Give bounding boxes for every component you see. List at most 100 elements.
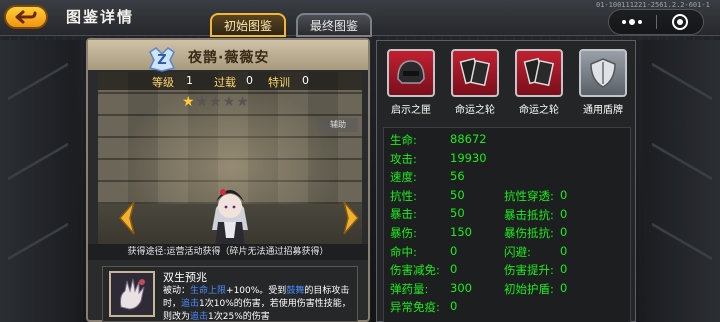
equipment-label: 命运之轮: [455, 105, 495, 116]
more-dot-icon: [629, 19, 636, 25]
equipment-label: 启示之匣: [391, 105, 431, 116]
left-decoration: [0, 40, 92, 322]
role-tag: 辅助: [318, 118, 358, 132]
fate-card-icon: [515, 49, 563, 97]
fate-card-icon: [451, 49, 499, 97]
stat-row: 命中: 0: [390, 244, 510, 263]
back-button[interactable]: [4, 5, 48, 29]
stat-row: 闪避: 0: [504, 244, 624, 263]
stat-label: 命中:: [390, 244, 417, 259]
more-button[interactable]: [609, 10, 656, 34]
level-label: 等级: [152, 76, 174, 89]
attribute-stats: 生命: 88672 攻击: 19930 速度: 56 抗性: 50 暴击: 50 暴伤: 150 命中:…: [383, 127, 631, 322]
character-stats-strip: 等级 1 过载 0 特训 0: [98, 72, 362, 90]
stat-value: 0: [450, 299, 458, 314]
stat-label: 暴击:: [390, 207, 417, 222]
stat-label: 初始护盾:: [504, 282, 554, 296]
stat-row: 暴伤: 150: [390, 225, 510, 244]
more-dot-icon: [638, 20, 643, 24]
miniprogram-capsule: [608, 9, 704, 35]
stat-label: 攻击:: [390, 151, 417, 166]
character-panel: Z 夜鹊·薇薇安 等级 1 过载 0 特训 0 ★ ★ ★ ★ ★ 辅助 获得途…: [86, 38, 370, 322]
more-dot-icon: [622, 20, 627, 24]
stat-label: 生命:: [390, 133, 417, 147]
stat-value: 300: [450, 280, 472, 295]
skill-keyword: 鼓舞: [286, 286, 305, 296]
skill-text: 1次25%的伤害: [208, 312, 270, 322]
stat-row: 生命: 88672: [390, 132, 510, 151]
skill-keyword: 追击: [190, 312, 209, 322]
shield-icon: [579, 49, 627, 97]
star-empty-icon: ★: [195, 94, 209, 110]
next-character-arrow-icon[interactable]: [340, 200, 362, 236]
skill-icon[interactable]: [109, 271, 155, 317]
star-empty-icon: ★: [222, 94, 236, 110]
hand-icon: [111, 273, 153, 315]
stat-row: 初始护盾: 0: [504, 281, 624, 300]
character-name-bar: Z 夜鹊·薇薇安: [88, 40, 368, 72]
prev-character-arrow-icon[interactable]: [116, 200, 138, 236]
skill-text: 被动：: [163, 286, 191, 296]
equipment-slot-3[interactable]: 命运之轮: [509, 45, 569, 121]
tab-final-codex[interactable]: 最终图鉴: [296, 13, 372, 37]
stat-value: 0: [450, 262, 458, 277]
stat-value: 88672: [450, 132, 487, 146]
overload-label: 过载: [214, 76, 236, 89]
rank-badge-icon: Z: [148, 47, 176, 72]
stat-value: 0: [560, 243, 568, 258]
app-root: 图鉴详情 01-100111221-2561.2.2-601-1 初始图鉴 最终…: [0, 0, 720, 322]
skill-description: 被动：生命上限+100%。受到鼓舞的目标攻击时，追击1次10%的伤害，若使用伤害…: [163, 285, 355, 322]
stat-label: 闪避:: [504, 244, 531, 259]
stat-value: 0: [560, 206, 568, 221]
equipment-slot-4[interactable]: 通用盾牌: [573, 45, 633, 121]
stat-row: 暴击: 50: [390, 206, 510, 225]
page-title: 图鉴详情: [66, 8, 135, 26]
stat-label: 弹药量:: [390, 281, 429, 296]
star-empty-icon: ★: [236, 94, 249, 110]
stat-label: 抗性穿透:: [504, 189, 554, 203]
equipment-slot-1[interactable]: 启示之匣: [381, 45, 441, 121]
stat-row: 抗性穿透: 0: [504, 188, 624, 207]
stat-value: 0: [560, 262, 568, 277]
stat-row: 伤害提升: 0: [504, 262, 624, 281]
close-miniprogram-button[interactable]: [656, 10, 703, 34]
stat-value: 150: [450, 225, 472, 239]
tab-initial-codex[interactable]: 初始图鉴: [210, 13, 286, 37]
right-decoration: [628, 40, 720, 322]
stat-row: 速度: 56: [390, 169, 510, 188]
stat-value: 50: [450, 206, 465, 221]
stat-value: 0: [450, 243, 458, 258]
training-label: 特训: [268, 76, 290, 89]
skill-box: 双生预兆 被动：生命上限+100%。受到鼓舞的目标攻击时，追击1次10%的伤害，…: [102, 266, 358, 322]
acquisition-source: 获得途径:运营活动获得（碎片无法通过招募获得）: [88, 244, 368, 260]
equipment-slot-2[interactable]: 命运之轮: [445, 45, 505, 121]
stat-label: 暴伤抵抗:: [504, 226, 554, 241]
character-portrait: [212, 189, 248, 244]
character-name: 夜鹊·薇薇安: [188, 50, 270, 66]
stat-value: 19930: [450, 150, 487, 165]
training-value: 0: [302, 74, 309, 87]
back-arrow-icon: [15, 10, 37, 24]
stat-row: 抗性: 50: [390, 188, 510, 207]
skill-keyword: 生命上限: [190, 286, 227, 296]
stat-label: 暴击抵抗:: [504, 207, 554, 222]
character-scene: 等级 1 过载 0 特训 0 ★ ★ ★ ★ ★ 辅助: [98, 72, 362, 244]
helmet-icon: [387, 49, 435, 97]
star-empty-icon: ★: [209, 94, 222, 110]
stat-value: 50: [450, 187, 465, 202]
level-value: 1: [186, 74, 193, 87]
stat-label: 异常免疫:: [390, 300, 440, 315]
stat-label: 伤害提升:: [504, 263, 554, 278]
stat-row: 暴伤抵抗: 0: [504, 225, 624, 244]
stat-value: 0: [560, 225, 568, 240]
stat-row: 暴击抵抗: 0: [504, 207, 624, 226]
stat-label: 伤害减免:: [390, 263, 440, 278]
star-filled-icon: ★: [182, 94, 195, 110]
stat-value: 0: [560, 281, 568, 295]
equipment-label: 通用盾牌: [583, 105, 623, 116]
skill-text: +100%。受到: [226, 286, 287, 296]
equipment-label: 命运之轮: [519, 105, 559, 116]
stat-label: 速度:: [390, 170, 417, 185]
stat-value: 0: [560, 188, 568, 202]
overload-value: 0: [246, 74, 253, 87]
